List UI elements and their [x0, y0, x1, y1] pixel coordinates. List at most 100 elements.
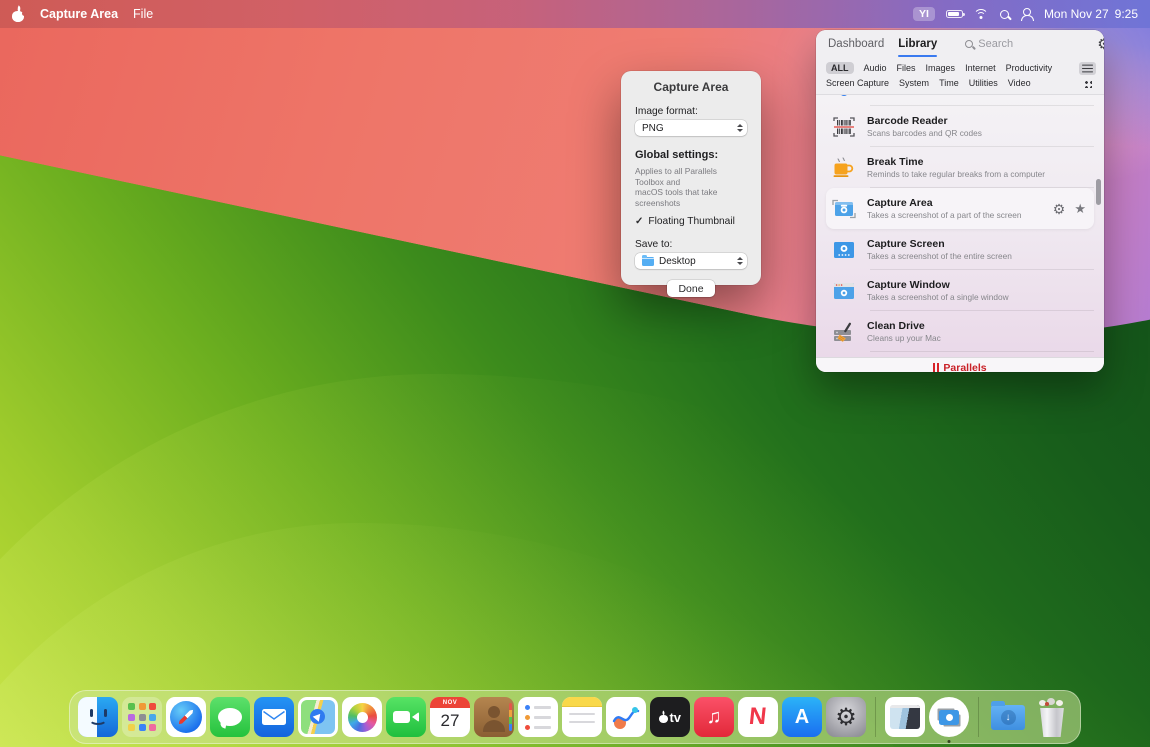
filter-time[interactable]: Time [939, 78, 959, 88]
image-format-select[interactable]: PNG [635, 120, 747, 136]
calendar-month: NOV [430, 697, 470, 708]
dock-icon-maps[interactable] [298, 697, 338, 737]
wifi-icon[interactable] [973, 8, 989, 20]
list-view-button[interactable] [1079, 62, 1096, 75]
parallels-logo-icon [933, 363, 940, 372]
folder-icon [642, 254, 654, 266]
global-settings-description: Applies to all Parallels Toolbox and mac… [635, 166, 718, 208]
menu-file[interactable]: File [133, 7, 153, 21]
input-source-badge[interactable]: YI [913, 7, 935, 21]
dock-icon-downloads[interactable]: ↓ [988, 697, 1028, 737]
panel-footer: Parallels [816, 357, 1104, 372]
dock-icon-parallels-toolbox-window[interactable] [885, 697, 925, 737]
user-switch-icon[interactable] [1020, 7, 1034, 21]
dock-icon-calendar[interactable]: NOV 27 [430, 697, 470, 737]
filter-files[interactable]: Files [897, 63, 916, 73]
dialog-title: Capture Area [653, 80, 729, 94]
dock-icon-contacts[interactable] [474, 697, 514, 737]
image-format-label: Image format: [635, 106, 698, 117]
checkmark-icon: ✓ [635, 216, 644, 227]
filter-video[interactable]: Video [1008, 78, 1031, 88]
break-time-icon [830, 156, 858, 179]
tab-library[interactable]: Library [898, 30, 938, 58]
spotlight-search-icon[interactable] [999, 9, 1009, 19]
calendar-day: 27 [440, 711, 460, 730]
search-field[interactable] [965, 38, 1084, 50]
menu-bar-time: 9:25 [1114, 7, 1138, 21]
dock-icon-notes[interactable] [562, 697, 602, 737]
search-icon [965, 40, 974, 48]
dock-icon-news[interactable]: N [738, 697, 778, 737]
filter-system[interactable]: System [899, 78, 929, 88]
capture-area-dialog: Capture Area Image format: PNG Global se… [621, 71, 761, 297]
tool-row-barcode-generator[interactable]: Creates barcodes and QR codes [826, 95, 1094, 106]
floating-thumbnail-checkbox[interactable]: ✓ Floating Thumbnail [635, 216, 747, 227]
barcode-reader-icon [830, 116, 858, 138]
dock-icon-music[interactable]: ♫ [694, 697, 734, 737]
parallels-brand: Parallels [943, 361, 987, 373]
settings-gear-icon[interactable]: ⚙ [1097, 37, 1104, 52]
done-button[interactable]: Done [667, 280, 715, 297]
tool-row-clean-drive[interactable]: Clean Drive Cleans up your Mac [826, 311, 1094, 352]
menu-bar-clock[interactable]: Mon Nov 27 9:25 [1044, 7, 1138, 21]
global-settings-label: Global settings: [635, 149, 719, 161]
barcode-generator-icon [830, 95, 858, 97]
favorite-star-icon[interactable]: ★ [1074, 202, 1086, 215]
capture-area-icon [830, 198, 858, 220]
capture-window-icon [830, 280, 858, 302]
gear-icon: ⚙ [835, 703, 857, 731]
stepper-icon [737, 124, 743, 132]
dock-icon-facetime[interactable] [386, 697, 426, 737]
tab-dashboard[interactable]: Dashboard [828, 30, 884, 58]
capture-screen-icon [830, 239, 858, 261]
save-to-label: Save to: [635, 239, 673, 250]
dock-icon-capture-area-tool[interactable] [929, 697, 969, 737]
tool-row-barcode-reader[interactable]: Barcode Reader Scans barcodes and QR cod… [826, 106, 1094, 147]
tool-row-break-time[interactable]: Break Time Reminds to take regular break… [826, 147, 1094, 188]
dock-icon-trash[interactable] [1032, 697, 1072, 737]
dock-icon-system-settings[interactable]: ⚙ [826, 697, 866, 737]
dock-icon-safari[interactable] [166, 697, 206, 737]
menu-bar-date: Mon Nov 27 [1043, 7, 1109, 21]
tool-list: Creates barcodes and QR codes Barcode Re… [816, 95, 1104, 357]
tool-settings-icon[interactable]: ⚙ [1053, 202, 1066, 216]
dock-icon-messages[interactable] [210, 697, 250, 737]
search-input[interactable] [978, 38, 1084, 50]
panel-header: Dashboard Library ⚙ [816, 30, 1104, 58]
filter-utilities[interactable]: Utilities [969, 78, 998, 88]
dock-divider [978, 697, 979, 737]
apple-menu-icon[interactable] [12, 4, 27, 22]
filter-productivity[interactable]: Productivity [1006, 63, 1053, 73]
filter-audio[interactable]: Audio [864, 63, 887, 73]
tool-row-capture-window[interactable]: Capture Window Takes a screenshot of a s… [826, 270, 1094, 311]
save-to-value: Desktop [659, 255, 696, 267]
active-app-name[interactable]: Capture Area [40, 7, 118, 21]
parallels-toolbox-panel: Dashboard Library ⚙ ALL Audio Files Imag… [816, 30, 1104, 372]
clean-drive-icon [830, 321, 858, 343]
dock-icon-mail[interactable] [254, 697, 294, 737]
image-format-value: PNG [642, 122, 664, 134]
dock-icon-apple-tv[interactable]: tv [650, 697, 690, 737]
filter-internet[interactable]: Internet [965, 63, 996, 73]
tool-row-capture-area[interactable]: Capture Area Takes a screenshot of a par… [826, 188, 1094, 229]
battery-icon[interactable] [945, 9, 966, 19]
tool-row-capture-screen[interactable]: Capture Screen Takes a screenshot of the… [826, 229, 1094, 270]
filter-images[interactable]: Images [926, 63, 956, 73]
dock-icon-app-store[interactable]: A [782, 697, 822, 737]
grid-view-button[interactable] [1079, 77, 1096, 90]
download-arrow-icon: ↓ [1000, 709, 1016, 725]
filter-screen-capture[interactable]: Screen Capture [826, 78, 889, 88]
menu-bar: Capture Area File YI Mon Nov 27 9:25 [0, 0, 1150, 28]
scrollbar-thumb[interactable] [1096, 179, 1101, 205]
dock-icon-reminders[interactable] [518, 697, 558, 737]
apple-logo-icon [658, 712, 668, 723]
dock-icon-freeform[interactable] [606, 697, 646, 737]
music-note-icon: ♫ [706, 705, 722, 728]
save-to-select[interactable]: Desktop [635, 253, 747, 269]
dock-icon-finder[interactable] [78, 697, 118, 737]
dock: NOV 27 tv ♫ N A ⚙ ↓ [69, 690, 1081, 744]
dock-icon-photos[interactable] [342, 697, 382, 737]
dock-icon-launchpad[interactable] [122, 697, 162, 737]
filter-all[interactable]: ALL [826, 62, 854, 74]
dock-divider [875, 697, 876, 737]
